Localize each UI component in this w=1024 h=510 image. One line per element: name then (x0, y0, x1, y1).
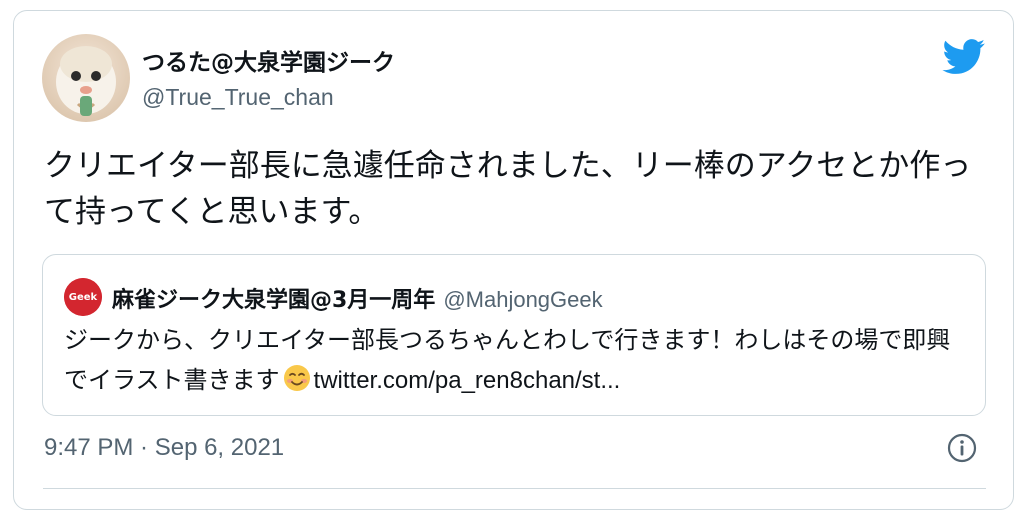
quoted-handle[interactable]: @MahjongGeek (443, 287, 602, 312)
quoted-link[interactable]: twitter.com/pa_ren8chan/st... (314, 367, 621, 394)
author-display-name[interactable]: つるた@大泉学園ジーク (142, 43, 395, 77)
divider (43, 488, 986, 489)
twitter-bird-icon[interactable] (942, 39, 986, 75)
author-handle[interactable]: @True_True_chan (142, 84, 334, 111)
tweet-text: クリエイター部長に急遽任命されました、リー棒のアクセとか作って持ってくと思います… (44, 148, 972, 230)
quoted-author-line[interactable]: 麻雀ジーク大泉学園@3月一周年 @MahjongGeek (112, 282, 603, 314)
tweet-timestamp[interactable]: 9:47 PM · Sep 6, 2021 (44, 434, 284, 462)
quoted-tweet-body: ジークから、クリエイター部長つるちゃんとわしで行きます！わしはその場で即興でイラ… (64, 320, 964, 401)
author-avatar[interactable] (42, 34, 130, 122)
quoted-display-name[interactable]: 麻雀ジーク大泉学園@3月一周年 (112, 288, 435, 313)
smiling-face-icon (282, 363, 312, 393)
quoted-author-avatar[interactable]: Geek (64, 278, 102, 316)
info-icon[interactable] (946, 432, 978, 464)
quoted-avatar-logo-text: Geek (69, 292, 98, 303)
